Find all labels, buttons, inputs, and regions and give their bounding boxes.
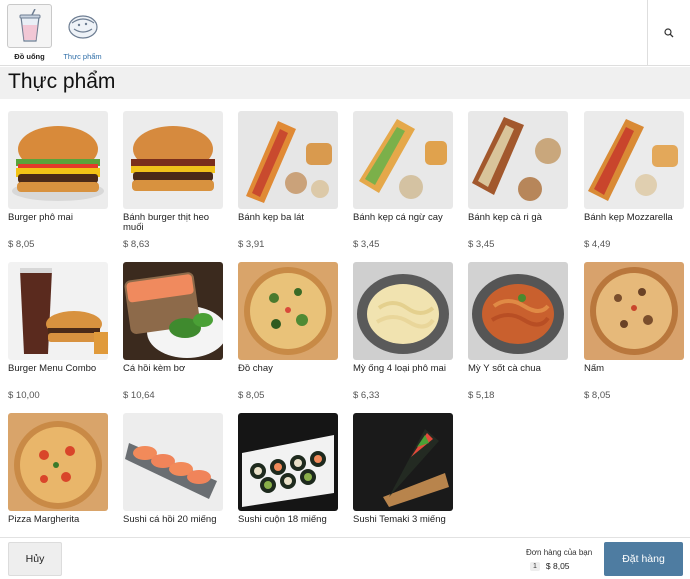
product-card[interactable]: Sushi cá hồi 20 miếng	[123, 413, 223, 537]
product-name: Nấm	[584, 364, 605, 374]
product-name: Bánh kẹp ba lát	[238, 213, 305, 223]
product-image	[8, 111, 108, 209]
order-summary-title: Đơn hàng của bạn	[526, 548, 593, 557]
product-image	[8, 413, 108, 511]
product-name: Bánh burger thịt heo muối	[123, 213, 210, 233]
product-image	[353, 413, 453, 511]
product-name: Burger phô mai	[8, 213, 73, 223]
product-card[interactable]: Mỳ ống 4 loại phô mai $ 6,33	[353, 262, 453, 407]
product-name: Bánh kẹp Mozzarella	[584, 213, 673, 223]
product-image	[123, 413, 223, 511]
food-box-icon	[60, 4, 105, 48]
product-price: $ 3,45	[353, 239, 380, 250]
product-card[interactable]: Bánh burger thịt heo muối $ 8,63	[123, 111, 223, 256]
product-image	[123, 111, 223, 209]
category-label: Đồ uống	[14, 52, 45, 61]
search-button[interactable]	[647, 0, 690, 66]
product-price: $ 8,63	[123, 239, 150, 250]
product-price: $ 10,00	[8, 390, 40, 401]
product-image	[468, 262, 568, 360]
product-price: $ 5,18	[468, 390, 495, 401]
product-card[interactable]: Burger Menu Combo $ 10,00	[8, 262, 108, 407]
product-price: $ 8,05	[8, 239, 35, 250]
product-name: Mỳ Ý sốt cà chua	[468, 364, 541, 374]
product-price: $ 3,91	[238, 239, 265, 250]
category-bar: Đồ uống Thực phẩm	[0, 0, 690, 66]
product-name: Pizza Margherita	[8, 515, 80, 525]
product-image	[353, 111, 453, 209]
product-name: Sushi cuộn 18 miếng	[238, 515, 327, 525]
product-name: Sushi Temaki 3 miếng	[353, 515, 446, 525]
category-drinks[interactable]: Đồ uống	[7, 4, 52, 62]
product-image	[238, 262, 338, 360]
product-card[interactable]: Sushi Temaki 3 miếng	[353, 413, 453, 537]
product-card[interactable]: Bánh kẹp cá ngừ cay $ 3,45	[353, 111, 453, 256]
product-name: Đồ chay	[238, 364, 273, 374]
section-title: Thực phẩm	[8, 70, 116, 93]
order-bar: Hủy Đơn hàng của bạn 1 $ 8,05 Đặt hàng	[0, 537, 690, 579]
product-card[interactable]: Pizza Margherita	[8, 413, 108, 537]
product-card[interactable]: Bánh kẹp ba lát $ 3,91	[238, 111, 338, 256]
product-image	[353, 262, 453, 360]
product-price: $ 8,05	[584, 390, 611, 401]
product-name: Cá hồi kèm bơ	[123, 364, 186, 374]
cancel-button[interactable]: Hủy	[8, 542, 62, 576]
product-card[interactable]: Nấm $ 8,05	[584, 262, 684, 407]
product-card[interactable]: Sushi cuộn 18 miếng	[238, 413, 338, 537]
product-price: $ 6,33	[353, 390, 380, 401]
product-card[interactable]: Đồ chay $ 8,05	[238, 262, 338, 407]
drink-cup-icon	[7, 4, 52, 48]
product-grid: Burger phô mai $ 8,05 Bánh burger thịt h…	[0, 99, 690, 537]
product-name: Bánh kẹp cá ngừ cay	[353, 213, 443, 223]
order-quantity-badge: 1	[530, 561, 540, 571]
product-name: Mỳ ống 4 loại phô mai	[353, 364, 446, 374]
product-card[interactable]: Cá hồi kèm bơ $ 10,64	[123, 262, 223, 407]
product-card[interactable]: Mỳ Ý sốt cà chua $ 5,18	[468, 262, 568, 407]
category-label: Thực phẩm	[63, 52, 102, 61]
order-total: $ 8,05	[545, 561, 570, 571]
product-image	[238, 413, 338, 511]
product-image	[8, 262, 108, 360]
product-price: $ 10,64	[123, 390, 155, 401]
order-summary[interactable]: Đơn hàng của bạn 1 $ 8,05	[526, 548, 600, 571]
product-image	[584, 262, 684, 360]
product-card[interactable]: Burger phô mai $ 8,05	[8, 111, 108, 256]
product-image	[238, 111, 338, 209]
category-food[interactable]: Thực phẩm	[60, 4, 105, 62]
product-image	[123, 262, 223, 360]
product-price: $ 3,45	[468, 239, 495, 250]
product-name: Bánh kẹp cà ri gà	[468, 213, 542, 223]
section-header: Thực phẩm	[0, 67, 690, 99]
product-name: Burger Menu Combo	[8, 364, 97, 374]
pos-app: Đồ uống Thực phẩm Thực phẩm Burger phô m…	[0, 0, 690, 579]
product-name: Sushi cá hồi 20 miếng	[123, 515, 217, 525]
search-icon	[664, 28, 674, 38]
product-price: $ 4,49	[584, 239, 611, 250]
place-order-button[interactable]: Đặt hàng	[604, 542, 683, 576]
product-card[interactable]: Bánh kẹp Mozzarella $ 4,49	[584, 111, 684, 256]
product-card[interactable]: Bánh kẹp cà ri gà $ 3,45	[468, 111, 568, 256]
product-image	[584, 111, 684, 209]
product-price: $ 8,05	[238, 390, 265, 401]
product-image	[468, 111, 568, 209]
